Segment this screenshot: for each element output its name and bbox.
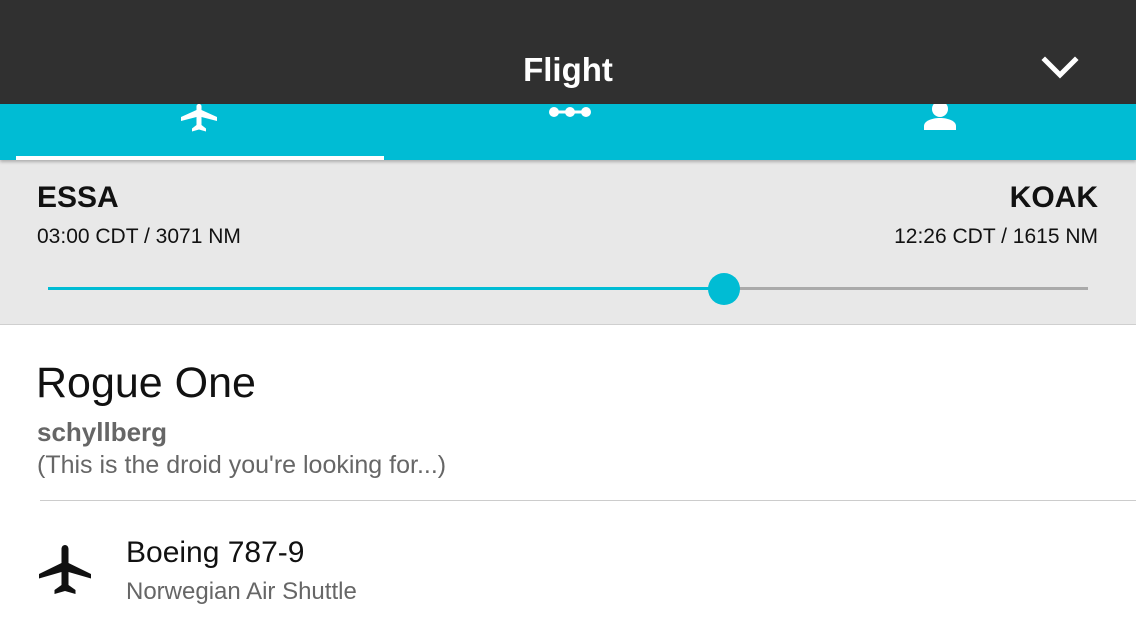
page-title: Flight [523, 51, 613, 88]
collapse-button[interactable] [1030, 48, 1090, 88]
flight-tagline: (This is the droid you're looking for...… [37, 451, 447, 479]
airplane-icon [39, 545, 91, 594]
tab-route[interactable] [380, 104, 758, 160]
destination-info: 12:26 CDT / 1615 NM [894, 225, 1098, 248]
slider-thumb[interactable] [708, 273, 740, 305]
selected-tab-indicator [16, 156, 384, 160]
flight-progress-slider[interactable] [48, 272, 1088, 306]
origin-code: ESSA [37, 181, 119, 214]
tab-flight[interactable] [10, 104, 388, 160]
app-header: Flight [0, 0, 1136, 104]
slider-fill [48, 287, 724, 290]
tab-person[interactable] [750, 104, 1128, 160]
person-icon [924, 104, 956, 130]
chevron-down-icon [1041, 56, 1079, 79]
tab-bar [0, 104, 1136, 160]
airline-name: Norwegian Air Shuttle [126, 578, 357, 605]
flight-name: Rogue One [36, 359, 256, 407]
route-waypoints-icon [549, 107, 591, 117]
aircraft-list-item[interactable]: Boeing 787-9 Norwegian Air Shuttle [0, 501, 1136, 640]
destination-code: KOAK [1009, 181, 1098, 214]
airplane-icon [181, 104, 217, 132]
pilot-username: schyllberg [37, 417, 168, 447]
origin-info: 03:00 CDT / 3071 NM [37, 225, 241, 248]
aircraft-type: Boeing 787-9 [126, 536, 305, 569]
route-panel: ESSA 03:00 CDT / 3071 NM KOAK 12:26 CDT … [0, 160, 1136, 325]
